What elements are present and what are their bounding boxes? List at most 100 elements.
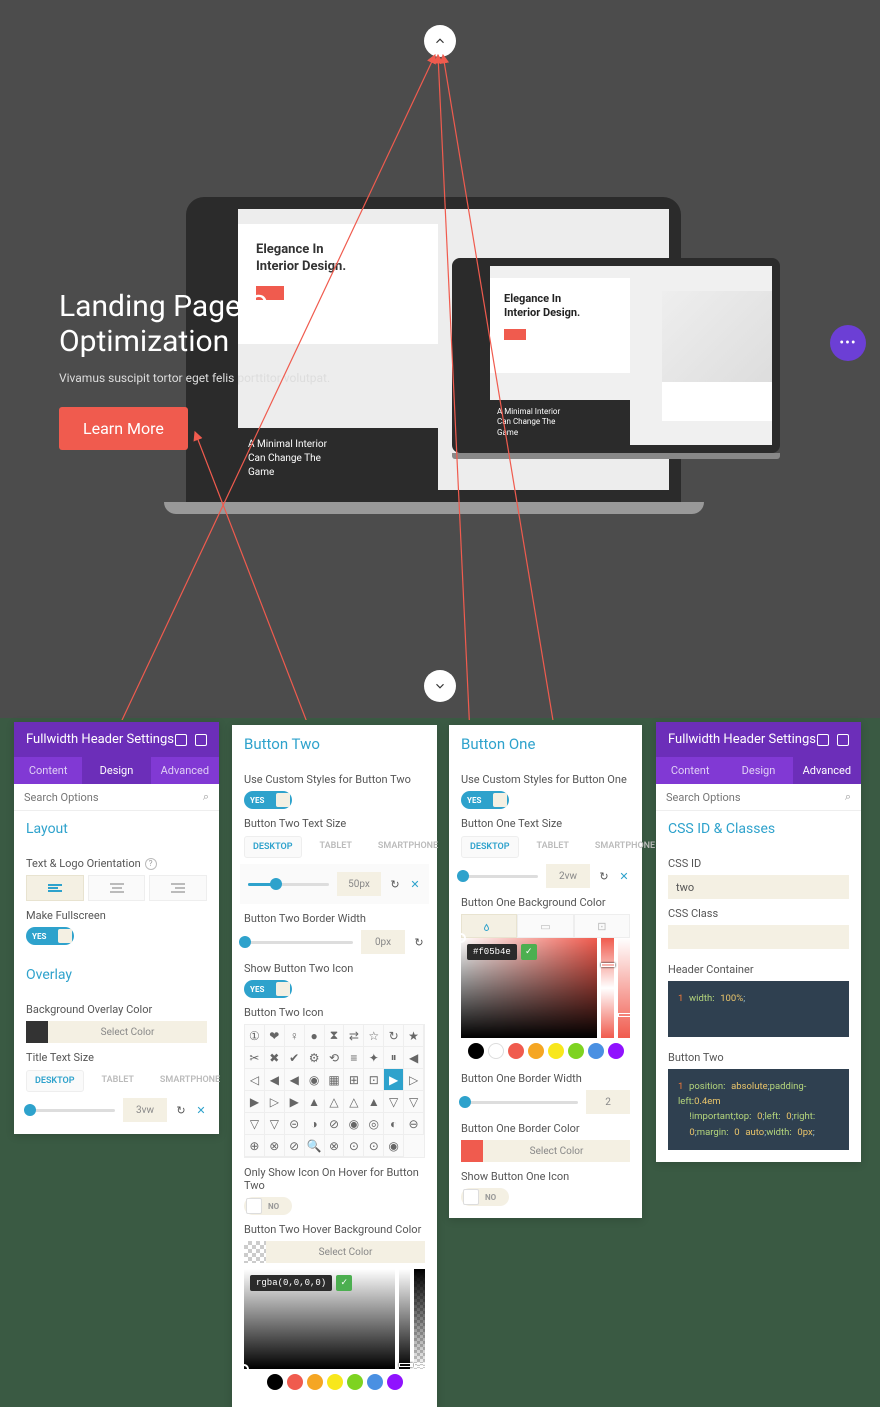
clear-icon[interactable]: ✕ — [409, 878, 421, 890]
color-value-input[interactable]: rgba(0,0,0,0) — [250, 1275, 332, 1291]
icon-option[interactable]: ⊗ — [325, 1135, 345, 1157]
icon-option[interactable]: ▽ — [384, 1091, 404, 1113]
confirm-icon[interactable]: ✓ — [521, 944, 537, 960]
preset-swatch[interactable] — [508, 1043, 524, 1059]
collapse-icon[interactable] — [175, 734, 187, 746]
border-width-slider[interactable] — [461, 1101, 578, 1104]
icon-option[interactable]: ◉ — [344, 1113, 364, 1135]
orientation-segment[interactable] — [26, 875, 207, 901]
clear-icon[interactable]: ✕ — [195, 1104, 207, 1116]
preset-swatch[interactable] — [588, 1043, 604, 1059]
icon-option[interactable]: ▷ — [404, 1069, 424, 1091]
icon-option[interactable]: △ — [325, 1091, 345, 1113]
icon-option[interactable]: ▽ — [265, 1113, 285, 1135]
icon-option[interactable]: ▲ — [364, 1091, 384, 1113]
panel-header[interactable]: Fullwidth Header Settings — [656, 722, 861, 757]
search-input[interactable] — [24, 791, 203, 804]
icon-option[interactable]: ⏸ — [384, 1047, 404, 1069]
device-desktop[interactable]: DESKTOP — [461, 836, 519, 858]
preset-swatch[interactable] — [468, 1043, 484, 1059]
icon-option[interactable]: ◎ — [364, 1113, 384, 1135]
icon-option[interactable]: ◉ — [384, 1135, 404, 1157]
device-tablet[interactable]: TABLET — [529, 836, 577, 858]
title-size-slider[interactable] — [26, 1109, 115, 1112]
text-size-slider[interactable] — [461, 875, 538, 878]
show-icon-toggle[interactable]: YES — [244, 980, 292, 998]
color-value-input[interactable]: #f05b4e — [467, 944, 517, 960]
color-swatch-transparent[interactable] — [244, 1241, 266, 1263]
expand-down-handle[interactable] — [424, 670, 456, 702]
preset-swatch[interactable] — [367, 1374, 383, 1390]
tab-content[interactable]: Content — [656, 757, 724, 784]
icon-option[interactable]: ▶ — [285, 1091, 305, 1113]
preset-swatch[interactable] — [327, 1374, 343, 1390]
select-color-button[interactable]: Select Color — [266, 1241, 425, 1263]
icon-option[interactable]: △ — [344, 1091, 364, 1113]
color-picker-canvas[interactable]: #f05b4e ✓ — [461, 938, 597, 1038]
alpha-slider[interactable] — [414, 1269, 425, 1369]
icon-option[interactable]: ◀ — [265, 1069, 285, 1091]
icon-option[interactable]: ⚙ — [305, 1047, 325, 1069]
icon-option[interactable]: 🔍 — [305, 1135, 325, 1157]
select-color-button[interactable]: Select Color — [48, 1021, 207, 1043]
floating-action-button[interactable]: ••• — [830, 325, 866, 361]
align-center-icon[interactable] — [88, 875, 146, 901]
reset-icon[interactable]: ↻ — [175, 1104, 187, 1116]
preset-swatch[interactable] — [488, 1043, 504, 1059]
device-phone[interactable]: SMARTPHONE — [152, 1070, 228, 1092]
icon-option[interactable]: ⇄ — [344, 1025, 364, 1047]
learn-more-button[interactable]: Learn More — [59, 407, 188, 450]
preset-swatch[interactable] — [267, 1374, 283, 1390]
color-lightness-slider[interactable] — [618, 938, 630, 1038]
preset-swatch[interactable] — [387, 1374, 403, 1390]
icon-option[interactable]: ⊕ — [245, 1135, 265, 1157]
icon-option[interactable]: ⊖ — [404, 1113, 424, 1135]
icon-option[interactable]: ▶ — [245, 1091, 265, 1113]
confirm-icon[interactable]: ✓ — [336, 1275, 352, 1291]
fullscreen-toggle[interactable]: YES — [26, 927, 74, 945]
expand-up-handle[interactable] — [424, 25, 456, 57]
icon-option[interactable]: ↻ — [384, 1025, 404, 1047]
tab-design[interactable]: Design — [82, 757, 150, 784]
title-size-value[interactable]: 3vw — [123, 1098, 167, 1122]
align-left-icon[interactable] — [26, 875, 84, 901]
icon-option[interactable]: ⊘ — [285, 1135, 305, 1157]
icon-option[interactable]: ▽ — [404, 1091, 424, 1113]
icon-option[interactable]: ◑ — [305, 1113, 325, 1135]
border-width-slider[interactable] — [244, 941, 353, 944]
icon-option[interactable]: ⊗ — [265, 1135, 285, 1157]
search-input[interactable] — [666, 791, 845, 804]
icon-option[interactable]: ✔ — [285, 1047, 305, 1069]
reset-icon[interactable]: ↻ — [389, 878, 401, 890]
tab-advanced[interactable]: Advanced — [151, 757, 219, 784]
tab-content[interactable]: Content — [14, 757, 82, 784]
icon-option[interactable]: ♀ — [285, 1025, 305, 1047]
icon-option[interactable]: ▦ — [325, 1069, 345, 1091]
align-right-icon[interactable] — [149, 875, 207, 901]
device-desktop[interactable]: DESKTOP — [244, 836, 302, 858]
custom-styles-toggle[interactable]: YES — [461, 791, 509, 809]
icon-option[interactable]: ⧗ — [325, 1025, 345, 1047]
device-desktop[interactable]: DESKTOP — [26, 1070, 84, 1092]
button-two-code[interactable]: 1 position: absolute;padding-left:0.4em … — [668, 1069, 849, 1150]
icon-picker-grid[interactable]: ①❤♀●⧗⇄☆↻★✂✖✔⚙⟲≡✦⏸◀◁◀◀◉▦⊞⊡▶▷▶▷▶▲△△▲▽▽▽▽⊝◑… — [244, 1024, 425, 1158]
icon-option[interactable]: ✦ — [364, 1047, 384, 1069]
lightness-slider[interactable] — [399, 1269, 410, 1369]
css-id-input[interactable] — [668, 875, 849, 899]
icon-option[interactable]: ⊞ — [344, 1069, 364, 1091]
clear-icon[interactable]: ✕ — [618, 870, 630, 882]
preset-swatch[interactable] — [528, 1043, 544, 1059]
icon-option[interactable]: ▶ — [384, 1069, 404, 1091]
text-size-slider[interactable] — [248, 883, 329, 886]
icon-option[interactable]: ▽ — [245, 1113, 265, 1135]
collapse-icon[interactable] — [817, 734, 829, 746]
help-icon[interactable]: ? — [145, 858, 157, 870]
icon-option[interactable]: ⊙ — [344, 1135, 364, 1157]
preset-swatch[interactable] — [568, 1043, 584, 1059]
icon-option[interactable]: ▲ — [305, 1091, 325, 1113]
color-swatch[interactable] — [26, 1021, 48, 1043]
icon-option[interactable]: ⟲ — [325, 1047, 345, 1069]
color-picker-canvas[interactable]: rgba(0,0,0,0) ✓ — [244, 1269, 395, 1369]
icon-option[interactable]: ⊝ — [285, 1113, 305, 1135]
image-tab[interactable]: ⊡ — [574, 914, 630, 938]
